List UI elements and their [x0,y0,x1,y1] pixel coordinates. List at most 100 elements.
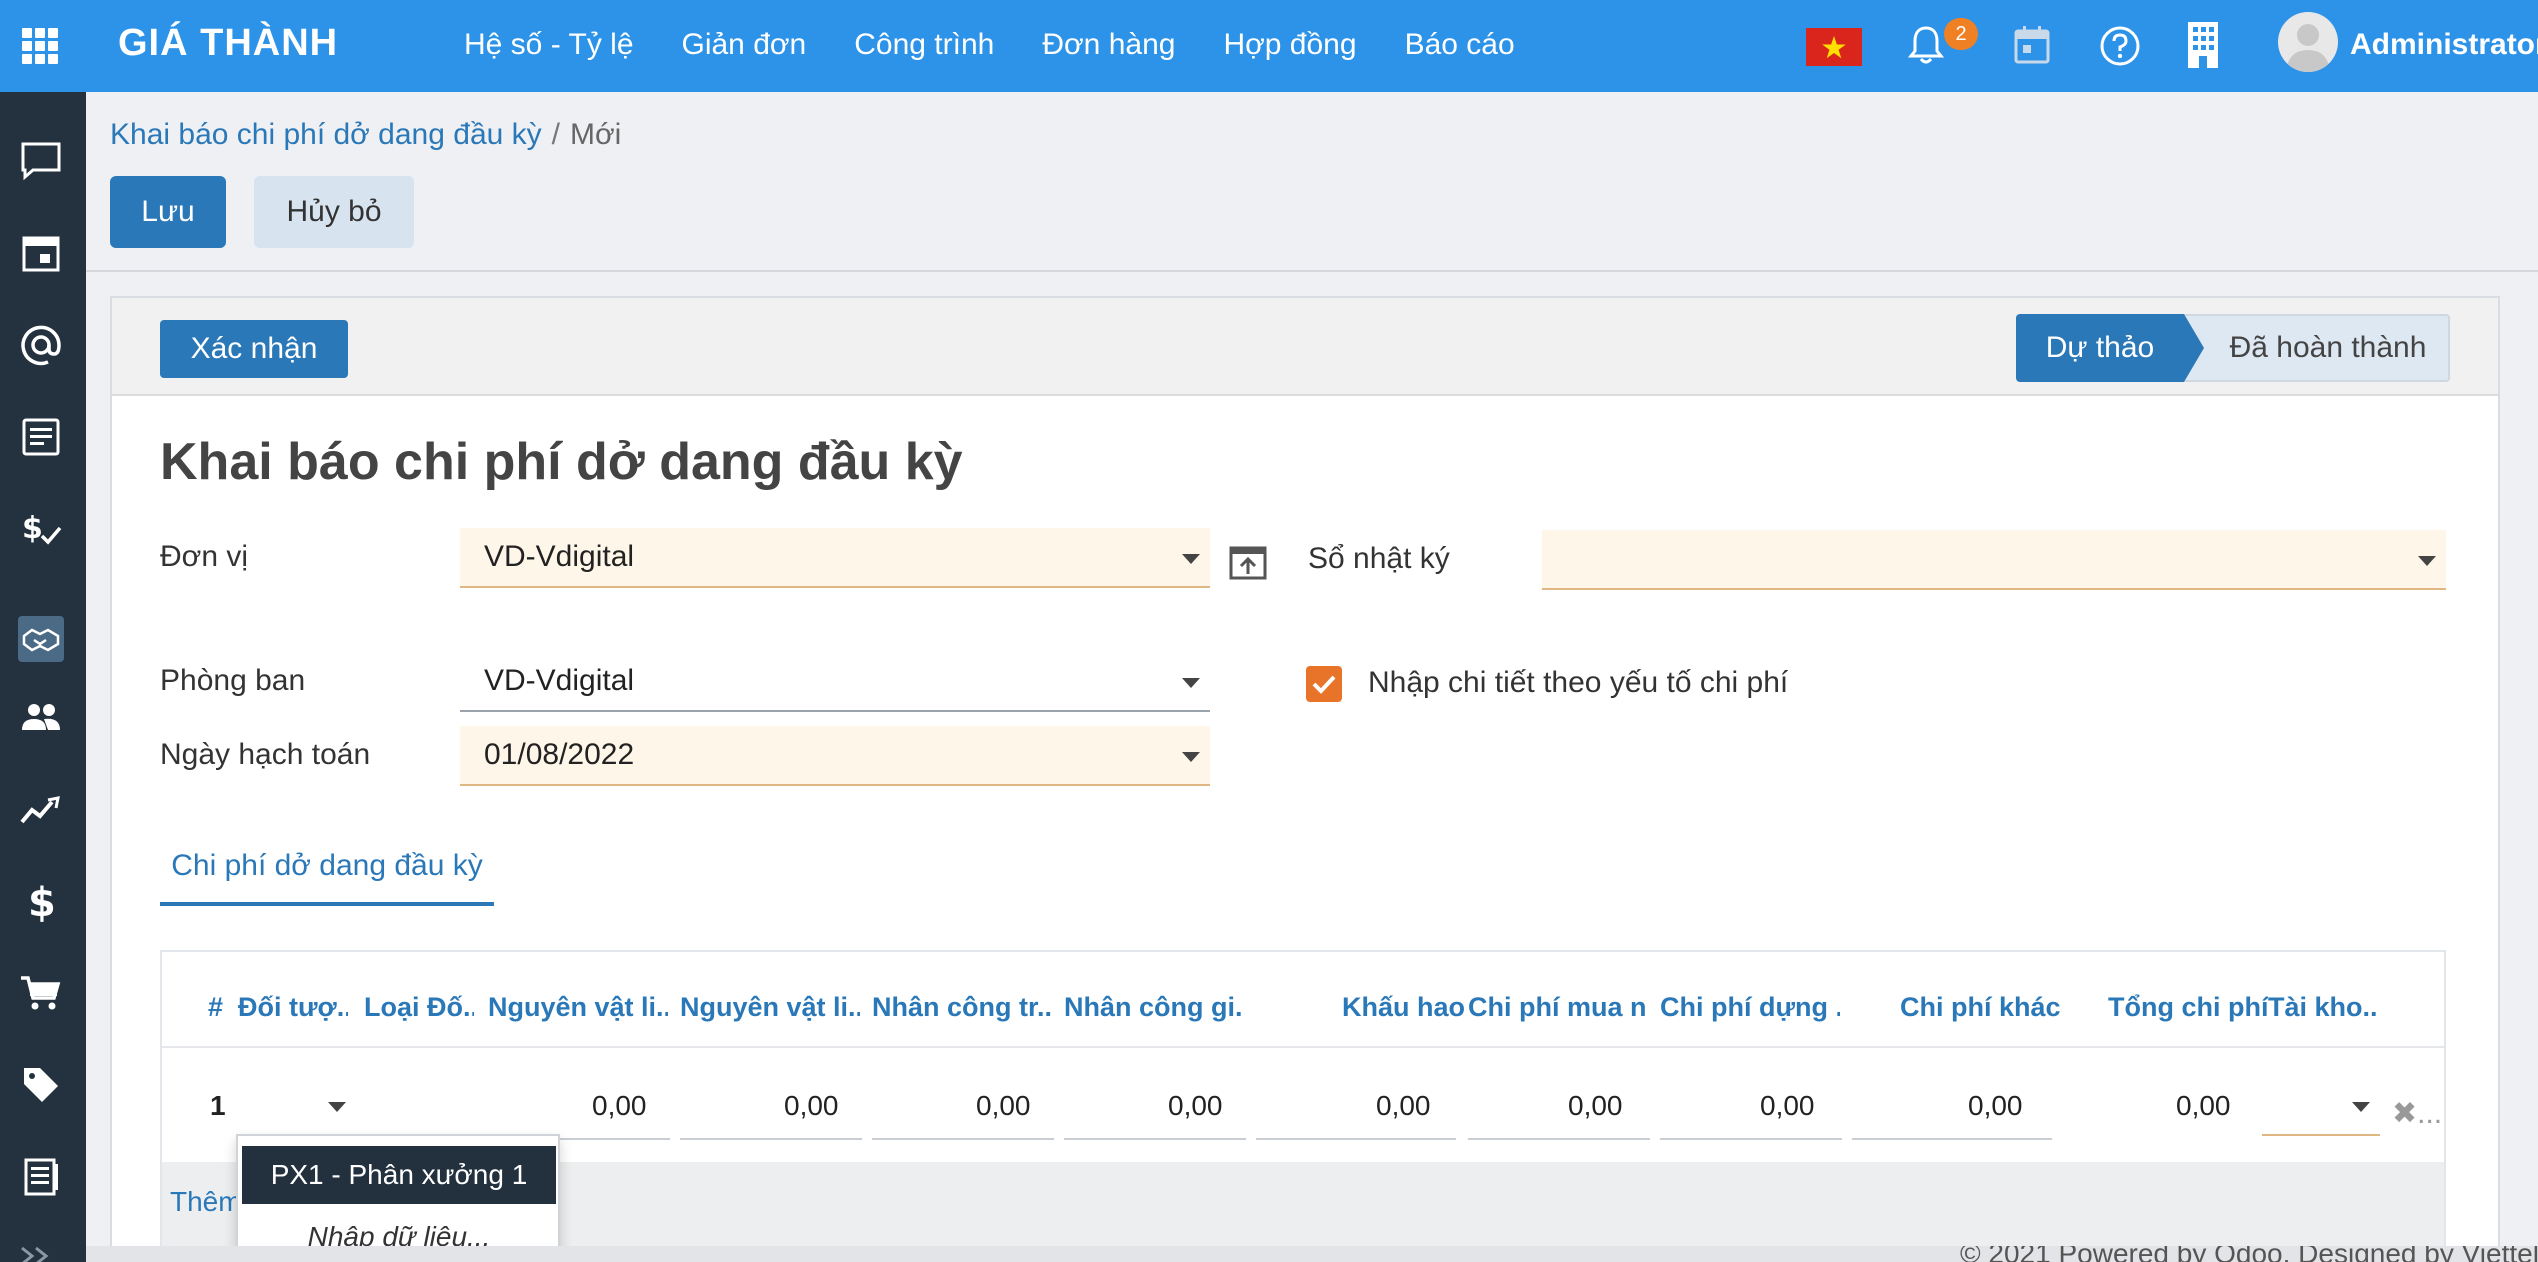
col-header-direct-material[interactable]: Nguyên vật li... [488,992,668,1023]
svg-text:$: $ [22,511,43,546]
tag-icon[interactable] [18,1062,64,1108]
cell-indirect-material[interactable]: 0,00 [784,1090,839,1122]
unit-field[interactable]: VD-Vdigital [460,528,1210,588]
top-navbar: GIÁ THÀNH Hệ số - Tỷ lệ Giản đơn Công tr… [0,0,2538,92]
cell-underline [1256,1138,1456,1140]
at-icon[interactable] [18,322,64,368]
calendar-icon[interactable] [2012,24,2052,66]
chevron-down-icon[interactable] [2352,1102,2370,1112]
breadcrumb-parent[interactable]: Khai báo chi phí dở dang đầu kỳ [110,118,542,151]
document-icon[interactable] [18,414,64,460]
form-status-header: Xác nhận Dự thảo Đã hoàn thành [112,298,2498,396]
cart-icon[interactable] [18,970,64,1016]
money-check-icon[interactable]: $ [18,506,64,552]
cell-underline [680,1138,862,1140]
menu-item-he-so-ty-le[interactable]: Hệ số - Tỷ lệ [464,28,634,62]
date-label: Ngày hạch toán [160,738,371,771]
svg-text:$: $ [28,880,56,924]
col-header-total-cost[interactable]: Tổng chi phí [2108,992,2268,1023]
status-done[interactable]: Đã hoàn thành [2184,314,2450,382]
col-header-index: # [208,992,224,1022]
chevron-down-icon[interactable] [2418,556,2436,566]
user-name[interactable]: Administrator [2350,28,2538,62]
dropdown-option-px1[interactable]: PX1 - Phân xưởng 1 [242,1146,556,1204]
col-header-object[interactable]: Đối tượ... [238,992,348,1023]
main-menu: Hệ số - Tỷ lệ Giản đơn Công trình Đơn hà… [464,28,1563,62]
cell-depreciation[interactable]: 0,00 [1376,1090,1431,1122]
unit-label: Đơn vị [160,540,249,573]
ledger-icon[interactable] [18,1154,64,1200]
cell-underline [1852,1138,2052,1140]
discard-button[interactable]: Hủy bỏ [254,176,414,248]
menu-item-hop-dong[interactable]: Hợp đồng [1223,28,1356,62]
calendar-icon[interactable] [18,230,64,276]
cell-indirect-labor[interactable]: 0,00 [1168,1090,1223,1122]
breadcrumb-separator: / [551,118,560,151]
chevron-down-icon[interactable] [328,1102,346,1112]
cell-direct-labor[interactable]: 0,00 [976,1090,1031,1122]
handshake-icon[interactable] [18,616,64,662]
cell-purchase-cost[interactable]: 0,00 [1568,1090,1623,1122]
department-label: Phòng ban [160,664,306,697]
apps-grid-icon[interactable] [22,28,58,64]
menu-item-gian-don[interactable]: Giản đơn [682,28,807,62]
dollar-icon[interactable]: $ [18,878,64,926]
col-header-depreciation[interactable]: Khấu hao [1342,992,1465,1023]
menu-item-bao-cao[interactable]: Báo cáo [1405,28,1515,62]
breadcrumb: Khai báo chi phí dở dang đầu kỳ / Mới [110,118,621,152]
cell-construction-cost[interactable]: 0,00 [1760,1090,1815,1122]
chevron-down-icon[interactable] [1182,752,1200,762]
unit-value: VD-Vdigital [484,540,635,573]
page-title: Khai báo chi phí dở dang đầu kỳ [160,433,963,491]
tab-opening-wip-cost[interactable]: Chi phí dở dang đầu kỳ [160,838,494,906]
col-header-other-cost[interactable]: Chi phí khác [1900,992,2061,1023]
col-header-indirect-material[interactable]: Nguyên vật li... [680,992,860,1023]
add-line-link[interactable]: Thêm [170,1186,242,1218]
col-header-object-type[interactable]: Loại Đố... [364,992,474,1023]
cell-underline [1064,1138,1246,1140]
col-header-indirect-labor[interactable]: Nhân công gi... [1064,992,1244,1023]
date-value: 01/08/2022 [484,738,635,771]
detail-checkbox-label: Nhập chi tiết theo yếu tố chi phí [1368,666,1789,699]
chevron-down-icon[interactable] [1182,554,1200,564]
journal-label: Sổ nhật ký [1308,542,1450,575]
cell-other-cost[interactable]: 0,00 [1968,1090,2023,1122]
department-value: VD-Vdigital [484,664,635,697]
expand-icon[interactable] [18,1234,64,1262]
chart-line-icon[interactable] [18,786,64,832]
col-header-construction-cost[interactable]: Chi phí dựng ... [1660,992,1840,1023]
vietnam-flag-icon[interactable] [1806,28,1862,66]
cell-underline [1468,1138,1650,1140]
app-brand[interactable]: GIÁ THÀNH [118,22,338,65]
col-header-purchase-cost[interactable]: Chi phí mua n... [1468,992,1648,1023]
users-icon[interactable] [18,694,64,740]
help-icon[interactable] [2098,24,2142,68]
company-building-icon[interactable] [2186,20,2220,70]
department-field[interactable]: VD-Vdigital [460,652,1210,712]
external-link-icon[interactable] [1228,544,1268,582]
user-avatar[interactable] [2278,12,2338,72]
col-header-account[interactable]: Tài kho... [2268,992,2378,1023]
account-input[interactable] [2262,1134,2380,1136]
bell-icon[interactable] [1906,24,1946,68]
cell-underline [872,1138,1054,1140]
row-index: 1 [210,1090,226,1121]
date-field[interactable]: 01/08/2022 [460,726,1210,786]
cell-direct-material[interactable]: 0,00 [592,1090,647,1122]
panel-divider [86,270,2538,272]
app-sidebar: $ $ [0,92,86,1262]
save-button[interactable]: Lưu [110,176,226,248]
menu-item-don-hang[interactable]: Đơn hàng [1042,28,1175,62]
detail-checkbox[interactable] [1306,666,1342,702]
chevron-down-icon[interactable] [1182,678,1200,688]
chat-icon[interactable] [18,138,64,184]
menu-item-cong-trinh[interactable]: Công trình [854,28,994,62]
object-autocomplete-dropdown: PX1 - Phân xưởng 1 Nhập dữ liệu... [236,1134,560,1262]
col-header-direct-labor[interactable]: Nhân công tr... [872,992,1052,1023]
status-bar: Dự thảo Đã hoàn thành [2016,314,2450,382]
status-draft[interactable]: Dự thảo [2016,314,2204,382]
confirm-button[interactable]: Xác nhận [160,320,348,378]
delete-row-icon[interactable]: ✖... [2392,1096,2442,1131]
journal-field[interactable] [1542,530,2446,590]
table-header-divider [162,1046,2444,1048]
